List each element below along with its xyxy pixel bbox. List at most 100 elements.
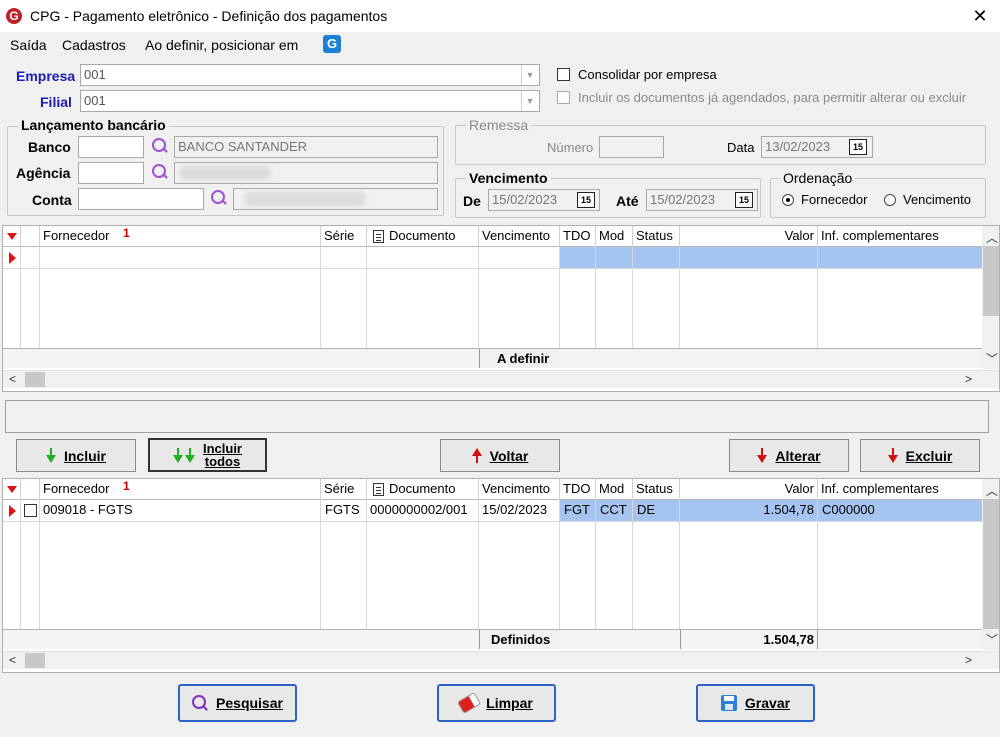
col-valor-2[interactable]: Valor <box>680 479 818 499</box>
col-inf-label-2: Inf. complementares <box>821 481 939 496</box>
limpar-button[interactable]: Limpar <box>437 684 556 722</box>
g-logo-icon[interactable]: G <box>323 35 341 53</box>
alterar-button[interactable]: Alterar <box>729 439 849 472</box>
col-inf-2[interactable]: Inf. complementares <box>818 479 983 499</box>
filial-label: Filial <box>40 94 72 110</box>
col-fornecedor[interactable]: Fornecedor <box>40 226 321 246</box>
excluir-button[interactable]: Excluir <box>860 439 980 472</box>
data-value: 13/02/2023 <box>765 139 831 154</box>
cell-valor: 1.504,78 <box>763 502 814 517</box>
footer-definidos-label: Definidos <box>491 632 551 647</box>
incluir-button[interactable]: Incluir <box>16 439 136 472</box>
document-icon-2 <box>373 483 384 496</box>
col-serie-2[interactable]: Série <box>321 479 367 499</box>
col-fornecedor-2[interactable]: Fornecedor <box>40 479 321 499</box>
close-icon[interactable]: ✕ <box>966 4 994 28</box>
conta-search-icon[interactable] <box>209 189 229 209</box>
sort-asc-icon-2: 1 <box>123 479 130 493</box>
voltar-button[interactable]: Voltar <box>440 439 560 472</box>
col-valor-label: Valor <box>784 228 814 243</box>
calendar-icon[interactable]: 15 <box>849 139 867 155</box>
de-calendar-icon[interactable]: 15 <box>577 192 595 208</box>
selected-row-highlight <box>560 247 983 268</box>
col-serie-label: Série <box>324 228 355 243</box>
radio-fornecedor[interactable] <box>782 194 794 206</box>
ate-value: 15/02/2023 <box>650 192 716 207</box>
menu-cadastros[interactable]: Cadastros <box>62 37 126 53</box>
menu-saida[interactable]: Saída <box>10 37 47 53</box>
empresa-value: 001 <box>84 67 106 82</box>
agencia-search-icon[interactable] <box>150 163 170 183</box>
banco-input[interactable] <box>78 136 144 158</box>
menu-ao-definir[interactable]: Ao definir, posicionar em <box>145 37 298 53</box>
footer-total: 1.504,78 <box>763 632 814 647</box>
col-mod[interactable]: Mod <box>596 226 633 246</box>
incluir-todos-label: Incluir todos <box>202 441 242 469</box>
incluir-todos-button[interactable]: Incluir todos <box>148 438 267 472</box>
col-valor[interactable]: Valor <box>680 226 818 246</box>
agencia-label: Agência <box>16 165 71 181</box>
numero-input[interactable] <box>599 136 664 158</box>
col-inf-label: Inf. complementares <box>821 228 939 243</box>
incluir-agendados-checkbox[interactable] <box>557 91 570 104</box>
row-checkbox[interactable] <box>24 504 37 517</box>
search-icon <box>192 695 208 711</box>
scroll-left-icon[interactable]: < <box>9 372 16 386</box>
scroll-right-icon-2[interactable]: > <box>965 653 972 667</box>
grid-a-definir-hscroll[interactable]: < > <box>3 370 999 388</box>
filial-dropdown-icon[interactable]: ▼ <box>521 91 538 111</box>
col-serie[interactable]: Série <box>321 226 367 246</box>
col-mod-label: Mod <box>599 228 625 243</box>
vscroll-thumb-2[interactable] <box>983 499 999 629</box>
col-vencimento-2[interactable]: Vencimento <box>479 479 560 499</box>
excluir-label: Excluir <box>905 447 953 464</box>
col-tdo-2[interactable]: TDO <box>560 479 596 499</box>
col-mod-label-2: Mod <box>599 481 625 496</box>
banco-search-icon[interactable] <box>150 137 170 157</box>
conta-input[interactable] <box>78 188 204 210</box>
col-fornecedor-label: Fornecedor <box>43 228 110 243</box>
pesquisar-label: Pesquisar <box>216 695 283 711</box>
col-status-2[interactable]: Status <box>633 479 680 499</box>
gravar-button[interactable]: Gravar <box>696 684 815 722</box>
document-icon <box>373 230 384 243</box>
grid-menu-icon-2[interactable] <box>7 486 17 493</box>
empresa-dropdown-icon[interactable]: ▼ <box>521 65 538 85</box>
scroll-down-icon[interactable]: ﹀ <box>986 350 998 367</box>
col-tdo[interactable]: TDO <box>560 226 596 246</box>
consolidar-checkbox[interactable] <box>557 68 570 81</box>
grid-a-definir-vscroll[interactable]: ︿ ﹀ <box>982 226 999 369</box>
scroll-left-icon-2[interactable]: < <box>9 653 16 667</box>
hscroll-thumb[interactable] <box>25 372 45 387</box>
empresa-select[interactable]: 001 <box>80 64 540 86</box>
col-status-label-2: Status <box>636 481 673 496</box>
scroll-down-icon-2[interactable]: ﹀ <box>986 631 998 648</box>
grid-definidos-vscroll[interactable]: ︿ ﹀ <box>982 479 999 650</box>
col-fornecedor-label-2: Fornecedor <box>43 481 110 496</box>
gravar-label: Gravar <box>744 695 791 711</box>
col-documento-label-2: Documento <box>389 481 456 496</box>
filial-select[interactable]: 001 <box>80 90 540 112</box>
remessa-title: Remessa <box>466 117 532 133</box>
scroll-up-icon[interactable]: ︿ <box>986 229 998 246</box>
col-tdo-label-2: TDO <box>563 481 591 496</box>
grid-definidos-hscroll[interactable]: < > <box>3 651 999 669</box>
cell-mod: CCT <box>600 502 627 517</box>
hscroll-thumb-2[interactable] <box>25 653 45 668</box>
vscroll-thumb[interactable] <box>983 246 999 316</box>
conta-label: Conta <box>32 192 72 208</box>
agencia-input[interactable] <box>78 162 144 184</box>
scroll-up-icon-2[interactable]: ︿ <box>986 482 998 499</box>
col-mod-2[interactable]: Mod <box>596 479 633 499</box>
cell-inf: C000000 <box>822 502 875 517</box>
radio-vencimento[interactable] <box>884 194 896 206</box>
data-label: Data <box>727 140 755 155</box>
remessa-group <box>455 125 986 165</box>
ate-calendar-icon[interactable]: 15 <box>735 192 753 208</box>
pesquisar-button[interactable]: Pesquisar <box>178 684 297 722</box>
col-vencimento[interactable]: Vencimento <box>479 226 560 246</box>
scroll-right-icon[interactable]: > <box>965 372 972 386</box>
col-status[interactable]: Status <box>633 226 680 246</box>
grid-menu-icon[interactable] <box>7 233 17 240</box>
col-inf[interactable]: Inf. complementares <box>818 226 983 246</box>
